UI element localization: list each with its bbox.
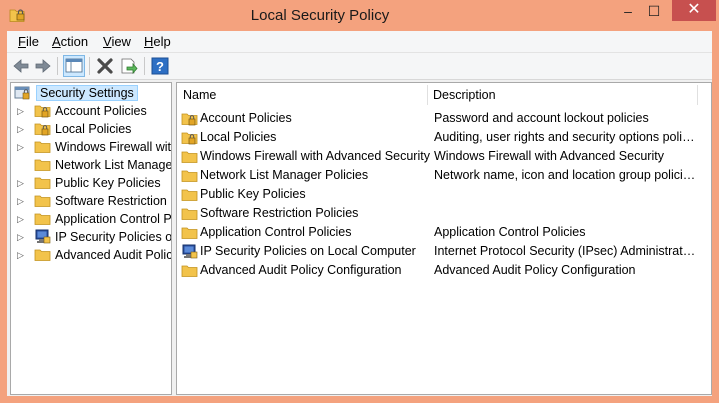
row-description: Internet Protocol Security (IPsec) Admin…	[434, 244, 696, 258]
column-header-name[interactable]: Name	[183, 83, 216, 107]
show-hide-console-tree-icon[interactable]	[63, 55, 85, 77]
expand-icon[interactable]: ▷	[17, 142, 24, 153]
tree-item-label: Local Policies	[55, 122, 132, 136]
list-row-network-list-manager[interactable]: Network List Manager Policies Network na…	[181, 167, 709, 186]
row-name: Software Restriction Policies	[200, 206, 359, 220]
app-window: Local Security Policy – ☐ ✕ File Action …	[0, 0, 719, 403]
row-description: Password and account lockout policies	[434, 111, 649, 125]
menu-help-label: elp	[153, 34, 171, 49]
row-name: Public Key Policies	[200, 187, 306, 201]
row-name: Application Control Policies	[200, 225, 352, 239]
row-description: Windows Firewall with Advanced Security	[434, 149, 664, 163]
menu-action[interactable]: Action	[52, 34, 88, 49]
ip-security-icon	[35, 229, 51, 244]
expand-icon[interactable]: ▷	[17, 232, 24, 243]
tree-item-label: IP Security Policies on	[55, 230, 172, 244]
menu-file-label: ile	[25, 34, 39, 49]
list-row-public-key-policies[interactable]: Public Key Policies	[181, 186, 709, 205]
folder-icon	[181, 265, 198, 277]
tree-item-label: Software Restriction Po	[55, 194, 171, 208]
folder-icon	[34, 195, 51, 207]
window-title: Local Security Policy	[250, 7, 390, 24]
help-icon-glyph: ?	[156, 59, 164, 74]
menu-file[interactable]: File	[18, 34, 39, 49]
row-name: Account Policies	[200, 111, 292, 125]
list-row-software-restriction[interactable]: Software Restriction Policies	[181, 205, 709, 224]
minimize-button[interactable]: –	[615, 0, 641, 24]
security-settings-icon	[14, 86, 30, 100]
result-list[interactable]: Name Description Account Policies Passwo…	[176, 82, 712, 395]
column-divider[interactable]	[427, 85, 428, 105]
expand-icon[interactable]: ▷	[17, 196, 24, 207]
folder-lock-icon	[34, 123, 51, 136]
folder-icon	[181, 208, 198, 220]
tree-item-label: Public Key Policies	[55, 176, 161, 190]
expand-icon[interactable]: ▷	[17, 214, 24, 225]
row-name: Network List Manager Policies	[200, 168, 369, 182]
folder-lock-icon	[181, 113, 198, 126]
delete-icon[interactable]	[95, 56, 115, 76]
client-area: File Action View Help ? Security Setting…	[7, 31, 712, 396]
menu-help-accel: H	[144, 34, 154, 49]
list-row-advanced-audit[interactable]: Advanced Audit Policy Configuration Adva…	[181, 262, 709, 281]
tree-item-label: Network List Manager	[55, 158, 172, 172]
row-description: Auditing, user rights and security optio…	[434, 130, 696, 144]
folder-icon	[181, 189, 198, 201]
toolbar-separator	[57, 57, 58, 75]
folder-icon	[181, 170, 198, 182]
folder-icon	[34, 249, 51, 261]
column-divider[interactable]	[697, 85, 698, 105]
expand-icon[interactable]: ▷	[17, 250, 24, 261]
list-row-windows-firewall[interactable]: Windows Firewall with Advanced Security …	[181, 148, 709, 167]
tree-root-label: Security Settings	[36, 85, 138, 101]
close-button[interactable]: ✕	[672, 0, 716, 21]
folder-icon	[34, 177, 51, 189]
back-arrow-icon[interactable]	[11, 56, 31, 76]
forward-arrow-icon[interactable]	[33, 56, 53, 76]
help-icon[interactable]: ?	[150, 56, 170, 76]
folder-lock-icon	[181, 132, 198, 145]
list-row-ip-security[interactable]: IP Security Policies on Local Computer I…	[181, 243, 709, 262]
menu-view[interactable]: View	[103, 34, 131, 49]
maximize-button[interactable]: ☐	[641, 0, 667, 24]
folder-icon	[34, 213, 51, 225]
console-tree[interactable]: Security Settings ▷ Account Policies ▷ L…	[10, 82, 172, 395]
row-name: Local Policies	[200, 130, 277, 144]
row-name: Windows Firewall with Advanced Security	[200, 149, 430, 163]
folder-icon	[34, 159, 51, 171]
menu-file-accel: F	[18, 34, 26, 49]
menu-help[interactable]: Help	[144, 34, 171, 49]
folder-lock-icon	[34, 105, 51, 118]
title-bar[interactable]: Local Security Policy – ☐ ✕	[0, 0, 719, 31]
folder-icon	[181, 151, 198, 163]
column-header-description[interactable]: Description	[433, 83, 496, 107]
menu-action-accel: A	[52, 34, 61, 49]
row-name: Advanced Audit Policy Configuration	[200, 263, 402, 277]
expand-icon[interactable]: ▷	[17, 106, 24, 117]
export-list-icon[interactable]	[119, 56, 139, 76]
toolbar: ?	[7, 53, 712, 80]
menu-view-label: iew	[111, 34, 131, 49]
expand-icon[interactable]: ▷	[17, 124, 24, 135]
ip-security-icon	[182, 244, 198, 259]
folder-icon	[34, 141, 51, 153]
row-description: Advanced Audit Policy Configuration	[434, 263, 636, 277]
folder-icon	[181, 227, 198, 239]
menu-bar: File Action View Help	[7, 31, 712, 53]
tree-item-label: Advanced Audit Policy	[55, 248, 172, 262]
tree-item-label: Windows Firewall with	[55, 140, 172, 154]
menu-action-label: ction	[60, 34, 89, 49]
list-row-local-policies[interactable]: Local Policies Auditing, user rights and…	[181, 129, 709, 148]
toolbar-separator	[144, 57, 145, 75]
tree-item-label: Application Control Po	[55, 212, 172, 226]
list-row-account-policies[interactable]: Account Policies Password and account lo…	[181, 110, 709, 129]
expand-icon[interactable]: ▷	[17, 178, 24, 189]
toolbar-separator	[89, 57, 90, 75]
list-row-application-control[interactable]: Application Control Policies Application…	[181, 224, 709, 243]
row-name: IP Security Policies on Local Computer	[200, 244, 416, 258]
tree-item-label: Account Policies	[55, 104, 147, 118]
row-description: Network name, icon and location group po…	[434, 168, 696, 182]
row-description: Application Control Policies	[434, 225, 586, 239]
